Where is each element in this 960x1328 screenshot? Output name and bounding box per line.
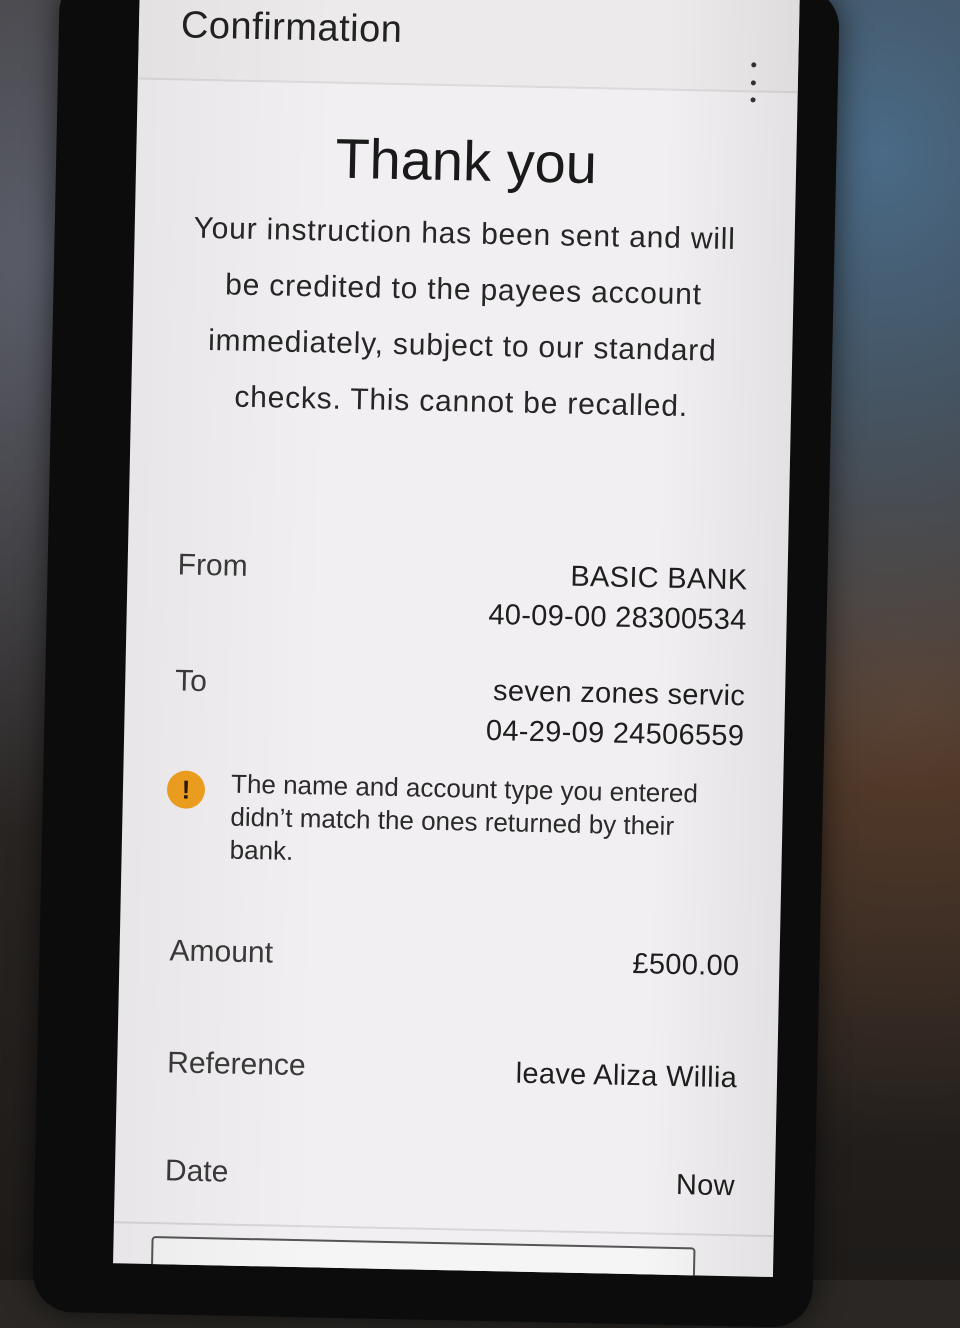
phone-screen: Confirmation Thank you Your instruction … (113, 0, 800, 1278)
reference-row: Reference leave Aliza Willia (118, 1045, 778, 1094)
page-title: Confirmation (180, 4, 403, 52)
name-mismatch-warning: ! The name and account type you entered … (161, 766, 763, 889)
from-bank-name: BASIC BANK (570, 560, 748, 597)
reference-value: leave Aliza Willia (515, 1057, 738, 1095)
payee-name: seven zones servic (492, 675, 746, 713)
amount-row: Amount £500.00 (120, 933, 780, 982)
menu-dot (750, 97, 756, 103)
amount-label: Amount (169, 934, 274, 970)
payee-account-number: 04-29-09 24506559 (485, 714, 745, 753)
phone-device: Confirmation Thank you Your instruction … (32, 0, 840, 1328)
from-value: BASIC BANK 40-09-00 28300534 (488, 555, 748, 640)
done-button[interactable] (150, 1236, 696, 1278)
menu-dot (750, 79, 756, 85)
date-value: Now (675, 1168, 736, 1203)
from-account-number: 40-09-00 28300534 (488, 598, 747, 637)
warning-icon: ! (166, 770, 206, 810)
divider (113, 1221, 774, 1238)
to-value: seven zones servic 04-29-09 24506559 (486, 671, 746, 756)
from-label: From (177, 548, 249, 583)
confirmation-message: Your instruction has been sent and will … (193, 211, 737, 424)
menu-dot (750, 62, 756, 68)
app-bar: Confirmation (137, 0, 800, 103)
warning-text: The name and account type you entered di… (229, 768, 699, 866)
to-label: To (174, 664, 208, 699)
amount-value: £500.00 (632, 948, 740, 983)
date-label: Date (164, 1154, 229, 1189)
date-row: Date Now (115, 1153, 775, 1202)
reference-label: Reference (166, 1046, 306, 1083)
more-vertical-icon[interactable] (746, 62, 761, 103)
from-row: From BASIC BANK 40-09-00 28300534 (128, 547, 788, 636)
thank-you-heading: Thank you (334, 126, 598, 196)
to-row: To seven zones servic 04-29-09 24506559 (126, 663, 786, 752)
